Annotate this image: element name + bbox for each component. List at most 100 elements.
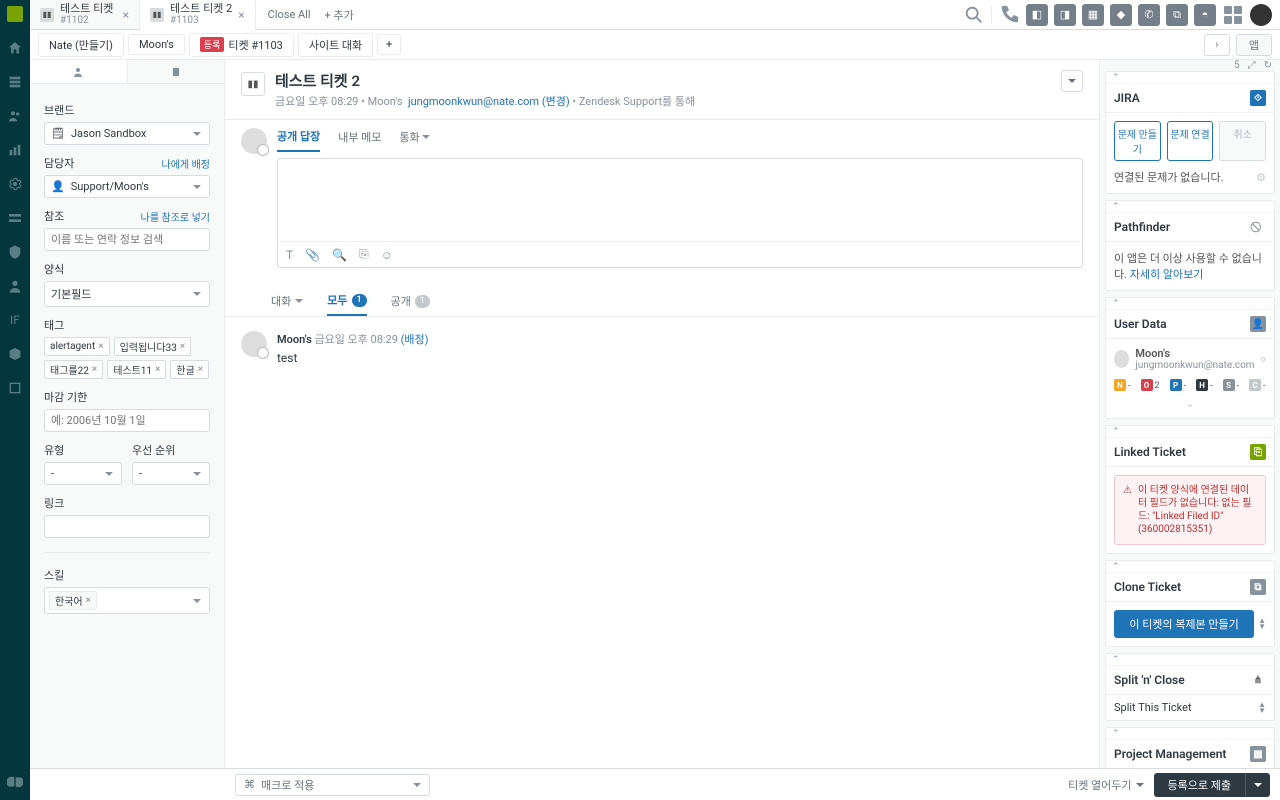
brand-select[interactable]: 🗒Jason Sandbox <box>44 122 210 145</box>
apps-grid-icon[interactable] <box>1222 4 1244 26</box>
jira-link[interactable]: 문제 연결 <box>1167 121 1214 161</box>
reply-internal-tab[interactable]: 내부 메모 <box>338 129 381 151</box>
public-count: 1 <box>415 295 430 308</box>
tag-remove-icon[interactable]: × <box>86 595 91 606</box>
home-icon[interactable] <box>7 40 23 56</box>
panel-collapse[interactable]: ⌃ <box>1106 201 1274 213</box>
search-icon[interactable] <box>963 4 985 26</box>
panel-collapse[interactable]: ⌃ <box>1106 298 1274 310</box>
tag-remove-icon[interactable]: × <box>198 364 203 375</box>
expand-button[interactable]: › <box>1204 34 1230 56</box>
profile-avatar[interactable] <box>1250 4 1272 26</box>
tags-label: 태그 <box>44 317 210 333</box>
apps-refresh-icon[interactable]: ↻ <box>1264 60 1272 71</box>
crumb-requester[interactable]: Nate (만들기) <box>38 33 124 57</box>
app-btn-1[interactable]: ◧ <box>1026 4 1048 26</box>
app-btn-7[interactable]: ◓ <box>1194 4 1216 26</box>
nav-icon-3[interactable] <box>7 278 23 294</box>
apps-collapse-icon[interactable]: ⤢ <box>1248 60 1256 71</box>
reply-call-tab[interactable]: 통화 <box>399 129 430 151</box>
change-requester[interactable]: (변경) <box>542 95 570 108</box>
tag-remove-icon[interactable]: × <box>155 364 160 375</box>
tag: alertagent <box>50 341 95 352</box>
ticket-more-menu[interactable] <box>1061 70 1083 92</box>
open-ticket-dropdown[interactable]: 티켓 열어두기 <box>1068 777 1143 793</box>
reporting-icon[interactable] <box>7 142 23 158</box>
reply-public-tab[interactable]: 공개 답장 <box>277 128 320 152</box>
search-content-icon[interactable]: 🔍 <box>332 248 347 262</box>
app-btn-3[interactable]: ▦ <box>1082 4 1104 26</box>
tags-field[interactable]: alertagent× 입력됩니다33× 태그를22× 테스트11× 한글× <box>44 337 210 379</box>
zendesk-icon[interactable] <box>7 774 23 790</box>
emoji-icon[interactable]: ☺ <box>381 248 393 262</box>
assignee-value: Support/Moon's <box>71 180 149 193</box>
clone-button[interactable]: 이 티켓의 복제본 만들기 <box>1114 610 1254 638</box>
panel-collapse[interactable]: ⌃ <box>1106 561 1274 573</box>
panel-collapse[interactable]: ⌃ <box>1106 654 1274 666</box>
type-select[interactable]: - <box>44 462 122 485</box>
priority-select[interactable]: - <box>132 462 210 485</box>
crumb-user[interactable]: Moon's <box>128 34 185 55</box>
link-input[interactable] <box>44 515 210 538</box>
msg-assign[interactable]: (배정) <box>401 333 429 346</box>
crumb-site[interactable]: 사이트 대화 <box>298 33 373 57</box>
submit-dropdown[interactable] <box>1245 773 1270 797</box>
close-icon[interactable]: × <box>238 8 244 22</box>
due-input[interactable] <box>44 409 210 432</box>
panel-collapse[interactable]: ⌃ <box>1106 728 1274 740</box>
views-icon[interactable] <box>7 74 23 90</box>
close-icon[interactable]: × <box>123 8 129 22</box>
tab-org[interactable] <box>128 60 225 83</box>
app-btn-4[interactable]: ◆ <box>1110 4 1132 26</box>
nav-icon-1[interactable] <box>7 210 23 226</box>
nav-icon-2[interactable] <box>7 244 23 260</box>
tag-remove-icon[interactable]: × <box>98 341 103 352</box>
close-all-button[interactable]: Close All <box>268 8 311 21</box>
submit-button[interactable]: 등록으로 제출 <box>1154 773 1270 797</box>
nav-icon-4[interactable]: IF <box>7 312 23 328</box>
nav-icon-5[interactable] <box>7 346 23 362</box>
app-btn-2[interactable]: ◨ <box>1054 4 1076 26</box>
tab-1103[interactable]: ▮▮ 테스트 티켓 2#1103 × <box>140 0 256 29</box>
cc-me[interactable]: 나를 참조로 넣기 <box>141 209 210 224</box>
logo-icon[interactable] <box>7 6 23 22</box>
nav-icon-6[interactable] <box>7 380 23 396</box>
cc-input[interactable] <box>44 228 210 251</box>
conv-tab-public[interactable]: 공개1 <box>391 287 430 315</box>
assign-to-me[interactable]: 나에게 배정 <box>162 156 210 171</box>
conv-tab-all[interactable]: 모두1 <box>327 286 366 316</box>
phone-icon[interactable] <box>998 4 1020 26</box>
jira-create[interactable]: 문제 만들기 <box>1114 121 1161 161</box>
attach-icon[interactable]: 📎 <box>305 248 320 262</box>
customers-icon[interactable] <box>7 108 23 124</box>
conv-tab-conversation[interactable]: 대화 <box>271 287 303 315</box>
tag-remove-icon[interactable]: × <box>92 364 97 375</box>
tab-user[interactable] <box>30 60 128 83</box>
ud-email: jungmoonkwun@nate.com <box>1135 360 1254 371</box>
crumb-add[interactable]: + <box>377 34 401 55</box>
panel-collapse[interactable]: ⌃ <box>1106 426 1274 438</box>
split-label: Split This Ticket <box>1114 701 1192 714</box>
tab-1102[interactable]: ▮▮ 테스트 티켓#1102 × <box>30 0 140 29</box>
reply-editor[interactable]: T 📎 🔍 ⎘ ☺ <box>277 158 1083 268</box>
add-tab-button[interactable]: + 추가 <box>325 7 354 23</box>
macro-select[interactable]: ⌘매크로 적용 <box>235 774 430 796</box>
split-action[interactable]: Split This Ticket▲▼ <box>1106 695 1274 720</box>
app-btn-6[interactable]: ⧉ <box>1166 4 1188 26</box>
form-select[interactable]: 기본필드 <box>44 281 210 307</box>
gear-icon[interactable]: ⚙ <box>1256 171 1266 184</box>
requester-email[interactable]: jungmoonkwun@nate.com <box>408 95 539 108</box>
admin-icon[interactable] <box>7 176 23 192</box>
pathfinder-more[interactable]: 자세히 알아보기 <box>1130 268 1204 281</box>
assignee-select[interactable]: 👤Support/Moon's <box>44 175 210 198</box>
tag-remove-icon[interactable]: × <box>180 341 185 352</box>
panel-collapse[interactable]: ⌃ <box>1106 72 1274 84</box>
link-icon[interactable]: ⎘ <box>359 247 369 262</box>
app-btn-5[interactable]: ✆ <box>1138 4 1160 26</box>
link-label: 링크 <box>44 495 210 511</box>
tab-sub: #1103 <box>170 15 232 26</box>
apps-toggle[interactable]: 앱 <box>1236 34 1272 56</box>
format-icon[interactable]: T <box>286 248 293 262</box>
crumb-ticket[interactable]: 등록티켓 #1103 <box>189 33 294 57</box>
skill-select[interactable]: 한국어× <box>44 587 210 614</box>
